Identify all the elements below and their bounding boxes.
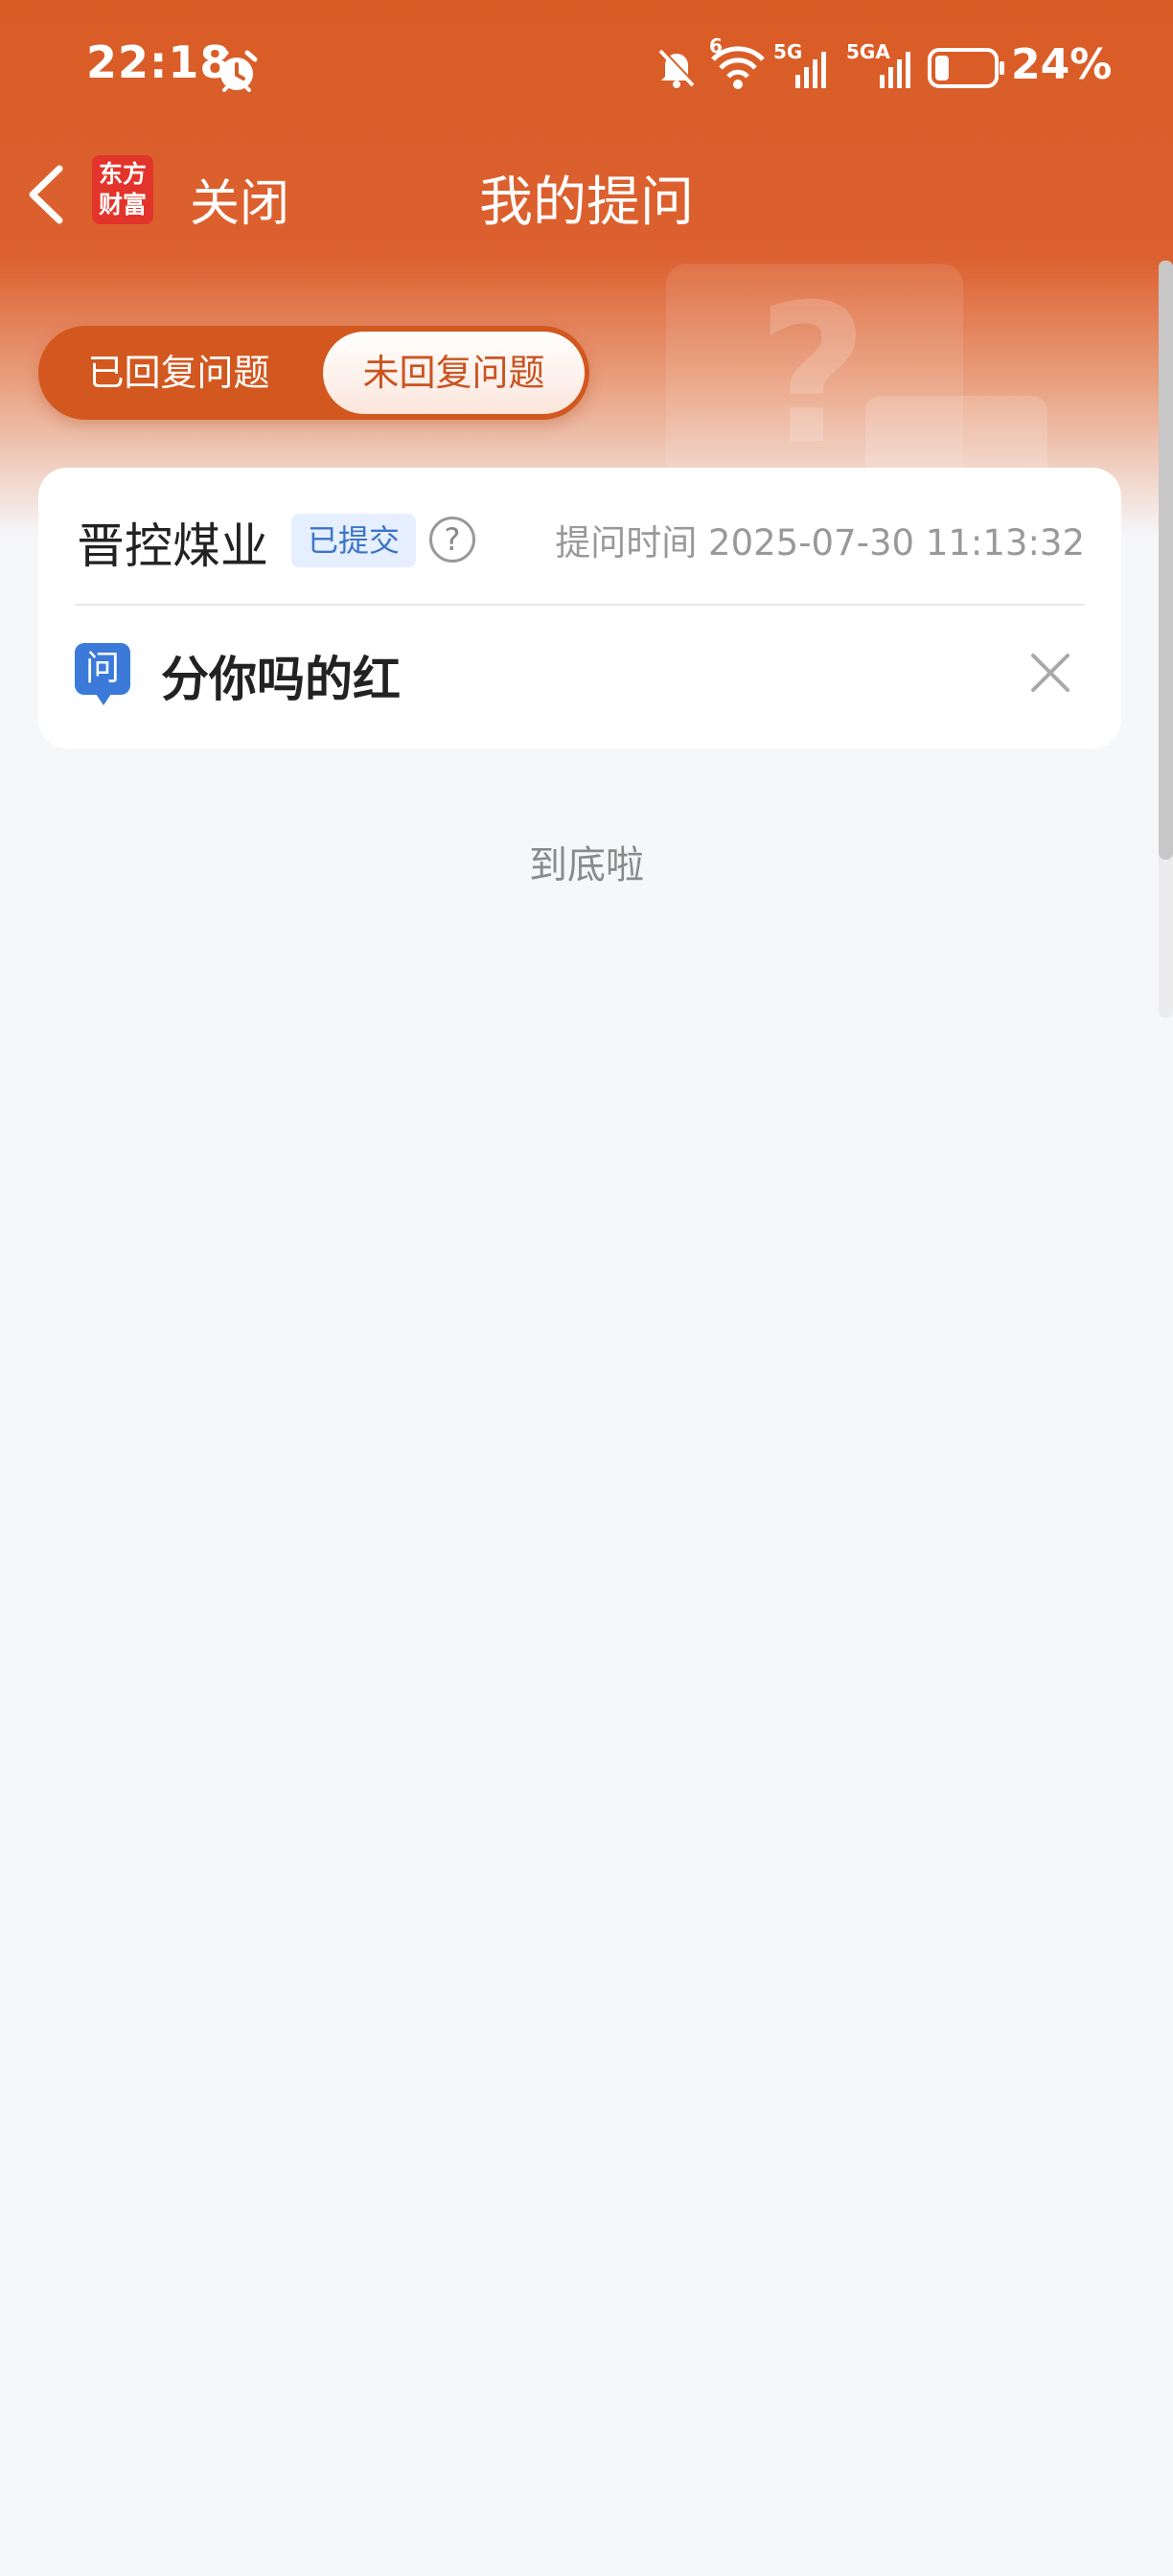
divider bbox=[75, 604, 1085, 606]
question-text: 分你吗的红 bbox=[161, 652, 401, 707]
end-of-list-text: 到底啦 bbox=[529, 843, 644, 887]
status-bar: 22:18 6 5G 5GA 24% bbox=[0, 0, 1173, 144]
alarm-icon bbox=[216, 50, 258, 92]
status-badge: 已提交 bbox=[291, 514, 416, 567]
battery-icon bbox=[928, 48, 1004, 88]
scrollbar-thumb[interactable] bbox=[1159, 261, 1173, 860]
battery-percent: 24% bbox=[1011, 40, 1113, 89]
wifi-icon bbox=[711, 46, 765, 89]
tab-unreplied[interactable]: 未回复问题 bbox=[323, 332, 585, 414]
nav-bar: 东方 财富 关闭 我的提问 bbox=[0, 144, 1173, 244]
signal-5g-icon bbox=[795, 52, 826, 88]
question-card: 晋控煤业 已提交 ? 提问时间 2025-07-30 11:13:32 问 分你… bbox=[38, 468, 1121, 748]
status-time: 22:18 bbox=[86, 36, 232, 88]
help-icon[interactable]: ? bbox=[429, 517, 475, 563]
bell-off-icon bbox=[658, 49, 697, 88]
stock-name[interactable]: 晋控煤业 bbox=[77, 508, 268, 577]
tab-switcher: 已回复问题 未回复问题 bbox=[38, 326, 589, 420]
close-icon[interactable] bbox=[1024, 646, 1077, 700]
ask-time: 提问时间 2025-07-30 11:13:32 bbox=[555, 522, 1085, 564]
page-title: 我的提问 bbox=[479, 172, 694, 234]
question-badge-icon: 问 bbox=[75, 643, 130, 705]
signal-5ga-icon bbox=[880, 52, 910, 88]
tab-replied[interactable]: 已回复问题 bbox=[42, 332, 315, 414]
